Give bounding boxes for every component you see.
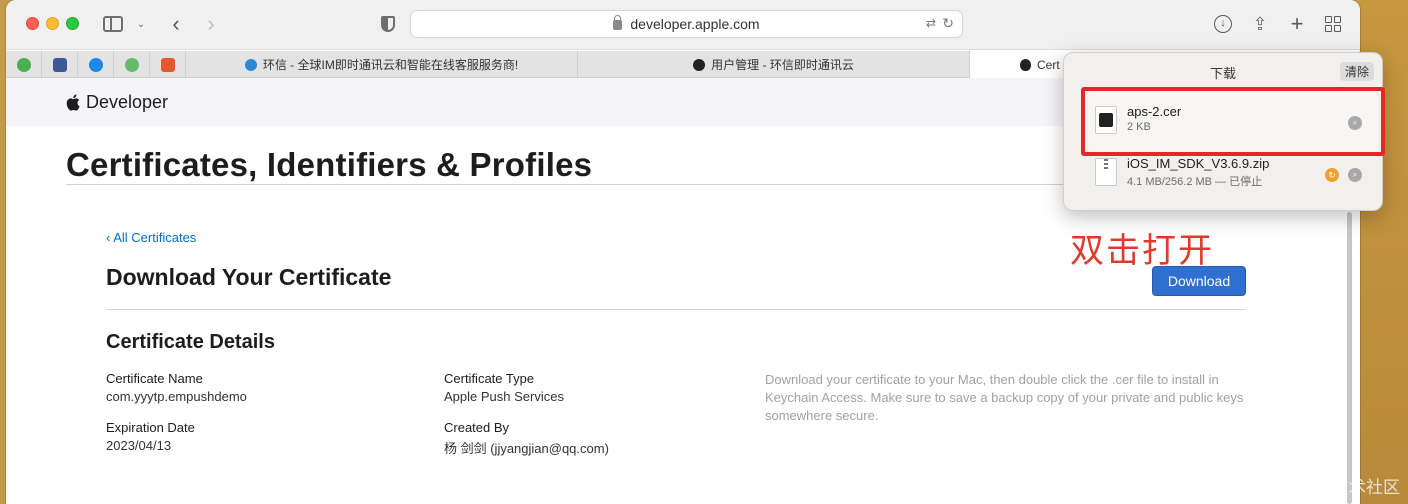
forward-button[interactable]: ›	[201, 11, 221, 36]
translate-icon[interactable]: ⇄	[926, 16, 936, 30]
install-instructions: Download your certificate to your Mac, t…	[765, 372, 1244, 423]
brand-text: Developer	[86, 92, 169, 112]
download-name: iOS_IM_SDK_V3.6.9.zip	[1127, 156, 1270, 171]
highlight-annotation-box	[1081, 87, 1385, 156]
lock-icon	[613, 15, 623, 30]
watermark: @稀土掘金技术社区	[1246, 478, 1400, 497]
developer-logo[interactable]: Developer	[66, 92, 168, 113]
tab-huanxin[interactable]: 环信 - 全球IM即时通讯云和智能在线客服服务商!	[186, 51, 578, 78]
reveal-in-finder-icon[interactable]: ⌕	[1348, 168, 1362, 182]
pinned-tab[interactable]	[42, 51, 78, 78]
downloads-title: 下载	[1209, 66, 1236, 81]
resume-download-icon[interactable]: ↻	[1325, 168, 1339, 182]
pinned-tab[interactable]	[114, 51, 150, 78]
annotation-text: 双击打开	[1070, 231, 1214, 271]
expiration-value: 2023/04/13	[106, 438, 172, 453]
cert-type-value: Apple Push Services	[444, 389, 564, 404]
reload-icon[interactable]: ↻	[942, 15, 954, 32]
huanxin-favicon-icon	[693, 58, 706, 71]
download-item[interactable]: iOS_IM_SDK_V3.6.9.zip 4.1 MB/256.2 MB — …	[1083, 152, 1373, 194]
sidebar-toggle-icon[interactable]	[102, 12, 124, 36]
created-by-value: 杨 剑剑 (jjyangjian@qq.com)	[444, 441, 609, 456]
zip-file-icon	[1095, 158, 1117, 186]
privacy-shield-icon[interactable]	[378, 12, 398, 36]
minimize-window-button[interactable]	[46, 17, 59, 30]
expiration-label: Expiration Date	[106, 420, 195, 435]
fullscreen-window-button[interactable]	[66, 17, 79, 30]
all-certificates-link[interactable]: ‹ All Certificates	[106, 230, 196, 245]
tab-overview-icon[interactable]	[1323, 12, 1343, 36]
pinned-tab[interactable]	[150, 51, 186, 78]
c-favicon-icon	[160, 57, 175, 72]
cert-name-value: com.yyytp.empushdemo	[106, 389, 247, 404]
url-text: developer.apple.com	[630, 16, 760, 32]
section-title: Download Your Certificate	[106, 264, 392, 290]
cert-name-label: Certificate Name	[106, 371, 203, 386]
globe-favicon-icon	[124, 57, 139, 72]
back-button[interactable]: ‹	[166, 11, 186, 36]
tab-label: 用户管理 - 环信即时通讯云	[711, 58, 854, 72]
cert-type-label: Certificate Type	[444, 371, 535, 386]
globe-favicon-icon	[16, 57, 31, 72]
share-icon[interactable]: ⇪	[1250, 12, 1270, 36]
created-by-label: Created By	[444, 420, 510, 435]
tab-user-management[interactable]: 用户管理 - 环信即时通讯云	[578, 51, 970, 78]
apple-favicon-icon	[1020, 58, 1031, 71]
apple-logo-icon	[66, 94, 80, 111]
divider	[106, 309, 1246, 310]
tab-label: 环信 - 全球IM即时通讯云和智能在线客服服务商!	[262, 58, 519, 72]
toolbar: ⌄ ‹ › developer.apple.com ⇄ ↻ ↓ ⇪ +	[6, 0, 1360, 50]
clear-downloads-button[interactable]: 清除	[1339, 62, 1374, 81]
address-bar[interactable]: developer.apple.com ⇄ ↻	[410, 10, 963, 38]
chevron-down-icon[interactable]: ⌄	[134, 12, 148, 36]
close-window-button[interactable]	[26, 17, 39, 30]
huanxin-favicon-icon	[244, 58, 257, 71]
new-tab-button[interactable]: +	[1287, 11, 1307, 36]
downloads-button[interactable]: ↓	[1213, 12, 1233, 36]
download-meta: 4.1 MB/256.2 MB — 已停止	[1127, 176, 1263, 188]
scrollbar[interactable]	[1347, 212, 1352, 504]
details-title: Certificate Details	[106, 331, 275, 353]
tab-label: Cert	[1037, 57, 1060, 72]
folder-favicon-icon	[52, 57, 67, 72]
pinned-tab[interactable]	[78, 51, 114, 78]
pinned-tab[interactable]	[6, 51, 42, 78]
page-title: Certificates, Identifiers & Profiles	[66, 146, 593, 183]
shield-favicon-icon	[88, 57, 103, 72]
